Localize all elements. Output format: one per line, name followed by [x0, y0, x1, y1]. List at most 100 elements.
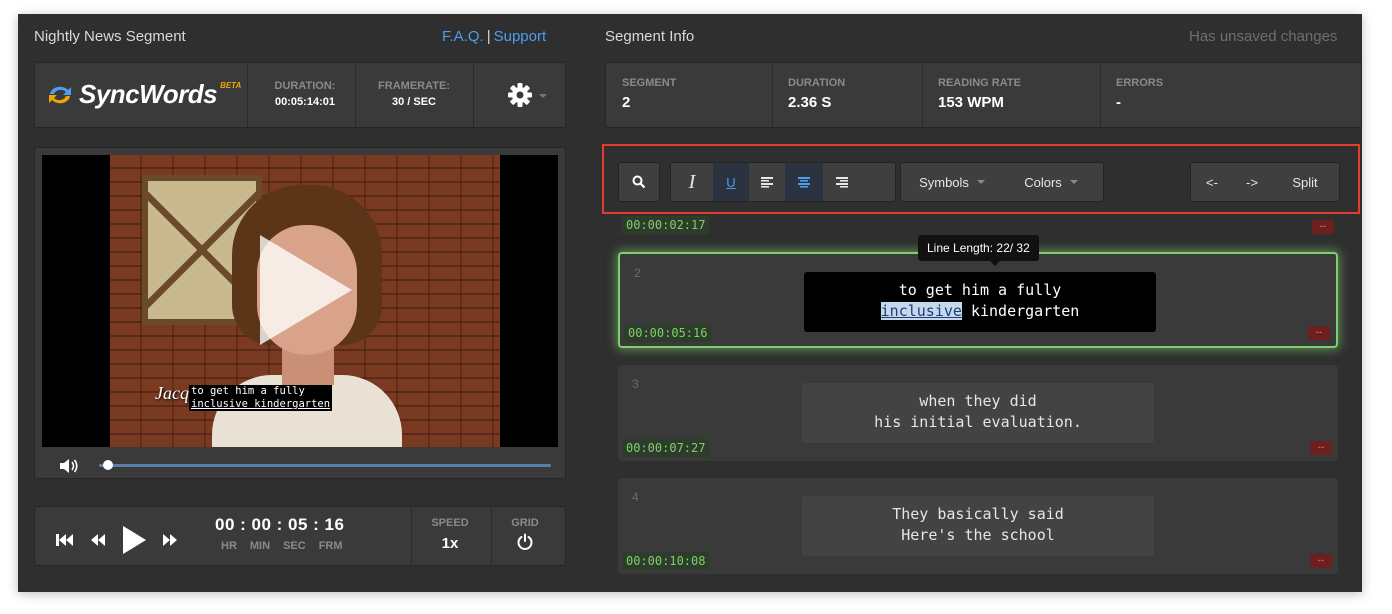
- framerate-label: FRAMERATE:: [378, 80, 450, 92]
- row-timestamp[interactable]: 00:00:05:16: [624, 324, 712, 342]
- divider: [247, 63, 248, 127]
- reading-rate-stat: READING RATE 153 WPM: [938, 77, 1021, 111]
- align-left-button[interactable]: [749, 163, 785, 201]
- search-icon: [632, 175, 646, 189]
- errors-value: -: [1116, 94, 1121, 111]
- fast-forward-icon[interactable]: [161, 532, 179, 548]
- error-badge[interactable]: --: [1310, 554, 1332, 568]
- format-group: I U: [670, 162, 896, 202]
- segment-stat: SEGMENT 2: [622, 77, 676, 111]
- segment-info-heading: Segment Info: [605, 28, 695, 45]
- line-length-tooltip: Line Length: 22/ 32: [918, 235, 1039, 266]
- divider: [473, 63, 474, 127]
- grid-label: GRID: [511, 517, 539, 529]
- split-button[interactable]: Split: [1271, 163, 1339, 201]
- power-icon[interactable]: [516, 533, 534, 551]
- segment-duration-value: 2.36 S: [788, 94, 832, 111]
- caption-line-1: when they did: [919, 392, 1037, 410]
- hr-label: HR: [221, 540, 237, 552]
- row-timestamp[interactable]: 00:00:02:17: [622, 216, 710, 234]
- skip-to-start-icon[interactable]: [55, 532, 75, 548]
- error-badge[interactable]: --: [1310, 441, 1332, 455]
- progress-handle[interactable]: [103, 460, 114, 470]
- underline-button[interactable]: U: [713, 163, 749, 201]
- caption-line-1: to get him a fully: [898, 281, 1062, 299]
- progress-track[interactable]: [99, 464, 551, 467]
- caption-line-2-rest: kindergarten: [961, 302, 1080, 320]
- volume-icon[interactable]: [59, 458, 81, 474]
- selected-word[interactable]: inclusive: [880, 302, 962, 320]
- project-info-bar: SyncWords BETA DURATION: 00:05:14:01 FRA…: [34, 62, 566, 128]
- divider: [922, 63, 923, 127]
- error-badge[interactable]: --: [1312, 220, 1334, 234]
- speed-label: SPEED: [431, 517, 469, 529]
- transport-controls: 00 : 00 : 05 : 16 HR MIN SEC FRM SPEED 1…: [34, 506, 566, 566]
- duration-info: DURATION: 00:05:14:01: [257, 80, 353, 108]
- prev-button[interactable]: <-: [1191, 163, 1233, 201]
- chevron-down-icon: [976, 180, 985, 184]
- caption-row[interactable]: 4 They basically said Here's the school …: [618, 478, 1338, 574]
- timecode-units: HR MIN SEC FRM: [215, 540, 356, 552]
- align-center-button[interactable]: [785, 163, 823, 201]
- framerate-info: FRAMERATE: 30 / SEC: [361, 80, 467, 108]
- row-timestamp[interactable]: 00:00:07:27: [622, 439, 710, 457]
- caption-line-1: They basically said: [892, 505, 1064, 523]
- gear-icon[interactable]: [507, 82, 533, 108]
- align-center-icon: [798, 177, 810, 188]
- play-icon[interactable]: [121, 525, 147, 555]
- divider: [411, 507, 412, 565]
- row-number: 3: [632, 377, 639, 391]
- beta-badge: BETA: [220, 81, 242, 90]
- video-frame[interactable]: Jacqu to get him a fully inclusive kinde…: [42, 155, 558, 447]
- speed-control[interactable]: SPEED 1x: [425, 517, 475, 552]
- colors-dropdown[interactable]: Colors: [1003, 163, 1099, 201]
- caption-row[interactable]: 3 when they did his initial evaluation. …: [618, 365, 1338, 461]
- timecode-display[interactable]: 00 : 00 : 05 : 16 HR MIN SEC FRM: [215, 515, 356, 552]
- video-player: Jacqu to get him a fully inclusive kinde…: [34, 147, 566, 479]
- play-overlay-icon[interactable]: [260, 235, 352, 345]
- logo-text: SyncWords: [79, 79, 218, 109]
- caption-text[interactable]: when they did his initial evaluation.: [802, 383, 1154, 443]
- caption-row-active[interactable]: 2 to get him a fully inclusive kindergar…: [618, 252, 1338, 348]
- row-number: 4: [632, 490, 639, 504]
- align-right-icon: [836, 177, 848, 188]
- align-right-button[interactable]: [823, 163, 861, 201]
- italic-button[interactable]: I: [671, 163, 713, 201]
- divider: [355, 63, 356, 127]
- support-link[interactable]: Support: [494, 28, 547, 45]
- search-group: [618, 162, 660, 202]
- caption-line-2: Here's the school: [901, 526, 1055, 544]
- chevron-down-icon[interactable]: [539, 94, 547, 98]
- next-button[interactable]: ->: [1233, 163, 1271, 201]
- syncwords-logo: SyncWords BETA: [47, 79, 241, 110]
- playback-buttons: [55, 525, 179, 555]
- framerate-value: 30 / SEC: [391, 96, 437, 108]
- errors-stat: ERRORS -: [1116, 77, 1163, 111]
- row-timestamp[interactable]: 00:00:10:08: [622, 552, 710, 570]
- syncwords-app: Nightly News Segment F.A.Q. | Support Segm…: [18, 14, 1362, 592]
- segment-stats: SEGMENT 2 DURATION 2.36 S READING RATE 1…: [605, 62, 1362, 128]
- row-number: 2: [634, 266, 641, 280]
- search-button[interactable]: [619, 163, 659, 201]
- min-label: MIN: [249, 540, 271, 552]
- duration-label: DURATION:: [274, 80, 336, 92]
- caption-line-1: to get him a fully: [191, 385, 305, 397]
- dropdown-group: Symbols Colors: [900, 162, 1104, 202]
- caption-text[interactable]: They basically said Here's the school: [802, 496, 1154, 556]
- divider: [1100, 63, 1101, 127]
- symbols-dropdown[interactable]: Symbols: [901, 163, 1003, 201]
- faq-link[interactable]: F.A.Q.: [442, 28, 484, 45]
- sync-arrows-icon: [49, 86, 71, 103]
- caption-editor[interactable]: to get him a fully inclusive kindergarte…: [804, 272, 1156, 332]
- grid-toggle[interactable]: GRID: [505, 517, 545, 556]
- align-left-icon: [761, 177, 773, 188]
- caption-line-2: inclusive kindergarten: [191, 398, 331, 410]
- frm-label: FRM: [318, 540, 343, 552]
- segment-label: SEGMENT: [622, 77, 677, 89]
- timecode-value: 00 : 00 : 05 : 16: [215, 515, 345, 534]
- rewind-icon[interactable]: [89, 532, 107, 548]
- error-badge[interactable]: --: [1308, 326, 1330, 340]
- burned-caption: to get him a fully inclusive kindergarte…: [189, 385, 333, 411]
- link-separator: |: [486, 28, 491, 45]
- caption-line-2: his initial evaluation.: [874, 413, 1082, 431]
